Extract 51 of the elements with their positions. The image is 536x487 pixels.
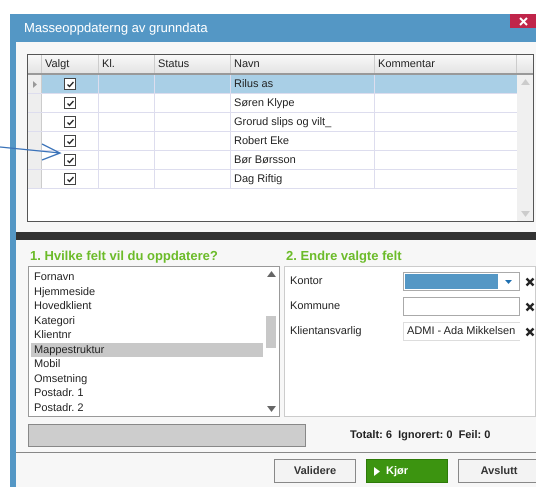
section-heading: 1. Hvilke felt vil du oppdatere? xyxy=(29,247,219,265)
list-item[interactable]: Omsetning xyxy=(31,372,263,386)
checkbox[interactable] xyxy=(64,97,76,109)
table-cell-text: Grorud slips og vilt_ xyxy=(234,114,332,130)
checkbox[interactable] xyxy=(64,173,76,185)
list-item[interactable]: Postadr. 1 xyxy=(31,386,263,400)
field-label: Kommune xyxy=(290,299,342,314)
column-header[interactable]: Navn xyxy=(231,55,375,73)
checkbox[interactable] xyxy=(64,135,76,147)
close-button[interactable] xyxy=(510,14,536,28)
action-button[interactable]: Avslutt xyxy=(458,459,536,483)
list-item[interactable]: Hjemmeside xyxy=(31,284,263,299)
table-cell-text: Bør Børsson xyxy=(234,152,296,168)
list-item[interactable]: Hovedklient xyxy=(31,299,263,314)
column-header[interactable]: Valgt xyxy=(42,55,99,73)
table-cell-text: Robert Eke xyxy=(234,134,290,149)
play-icon xyxy=(374,466,380,476)
list-item[interactable]: Postadr. 2 xyxy=(31,400,263,415)
list-item[interactable]: Kategori xyxy=(31,314,263,328)
row-pointer-icon xyxy=(32,80,36,88)
column-header[interactable]: Status xyxy=(155,55,231,73)
scroll-thumb[interactable] xyxy=(266,316,276,348)
window-title: Masseoppdaterng av grunndata xyxy=(23,19,208,38)
table-cell-text: Rilus as xyxy=(234,76,274,92)
column-header[interactable]: Kl. xyxy=(99,55,155,73)
section-heading: 2. Endre valgte felt xyxy=(285,247,403,265)
field-label: Klientansvarlig xyxy=(290,324,363,340)
checkbox[interactable] xyxy=(64,116,76,128)
list-item[interactable]: Fornavn xyxy=(31,270,263,284)
input-field[interactable]: ADMI - Ada Mikkelsen xyxy=(403,322,520,341)
status-summary: Totalt: 6 Ignorert: 0 Feil: 0 xyxy=(350,428,490,443)
list-item[interactable]: Mappestruktur xyxy=(31,342,263,357)
input-field[interactable] xyxy=(403,297,520,316)
checkbox[interactable] xyxy=(64,154,76,166)
action-button[interactable]: Validere xyxy=(274,459,356,483)
caret-icon xyxy=(504,280,512,284)
dropdown[interactable] xyxy=(403,272,520,291)
run-button[interactable]: Kjør xyxy=(366,459,448,483)
field-label: Kontor xyxy=(290,274,324,290)
list-item[interactable]: Klientnr xyxy=(31,328,263,342)
scroll-up-icon[interactable] xyxy=(266,271,276,277)
clear-icon[interactable] xyxy=(525,276,535,286)
close-icon xyxy=(518,16,528,26)
column-header[interactable]: Kommentar xyxy=(375,55,517,73)
checkbox[interactable] xyxy=(64,78,76,90)
scroll-down-icon[interactable] xyxy=(266,406,276,412)
list-item[interactable]: Mobil xyxy=(31,357,263,372)
clear-icon[interactable] xyxy=(525,326,535,336)
clear-icon[interactable] xyxy=(525,302,535,312)
table-cell-text: Dag Riftig xyxy=(234,172,282,187)
table-cell-text: Søren Klype xyxy=(234,96,295,111)
